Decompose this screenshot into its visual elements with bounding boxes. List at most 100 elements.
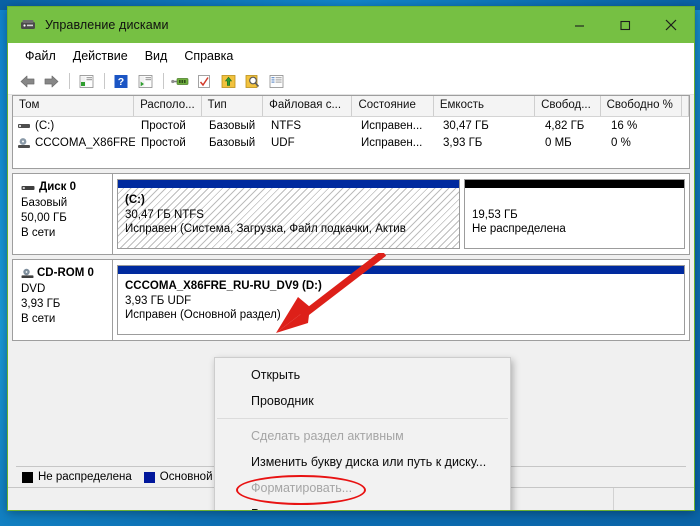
disk-row-disk0[interactable]: Диск 0 Базовый 50,00 ГБ В сети (C:) 30,4… — [12, 173, 690, 255]
partition-c-label: (C:) — [125, 194, 145, 206]
cell-filesystem: UDF — [271, 136, 295, 149]
partition-d-size: 3,93 ГБ UDF — [125, 294, 192, 307]
window-controls — [556, 7, 694, 43]
toolbar-separator — [163, 73, 164, 89]
menu-view[interactable]: Вид — [137, 46, 176, 66]
status-segment-3 — [613, 488, 694, 510]
cell-status: Исправен... — [361, 119, 423, 132]
legend-label-unallocated: Не распределена — [38, 471, 132, 483]
cdrom-name-row: CD-ROM 0 — [21, 266, 112, 281]
menu-help[interactable]: Справка — [176, 46, 241, 66]
menu-action[interactable]: Действие — [65, 46, 136, 66]
menu-bar: Файл Действие Вид Справка — [8, 43, 694, 68]
partition-unallocated-status: Не распределена — [471, 223, 566, 235]
partition-c-color-bar — [118, 180, 459, 188]
toolbar-separator — [104, 73, 105, 89]
help-icon[interactable]: ? — [110, 70, 132, 92]
close-button[interactable] — [648, 7, 694, 43]
partition-context-menu: Открыть Проводник Сделать раздел активны… — [214, 357, 511, 510]
cdrom-volume-icon — [17, 137, 31, 149]
disk-management-window: Управление дисками Файл Действие Вид Спр… — [7, 6, 695, 511]
ctx-format: Форматировать... — [251, 481, 353, 495]
cell-capacity: 30,47 ГБ — [443, 119, 489, 132]
cdrom0-partitions: CCCOMA_X86FRE_RU-RU_DV9 (D:) 3,93 ГБ UDF… — [113, 260, 689, 340]
search-icon[interactable] — [241, 70, 263, 92]
cell-type: Базовый — [209, 119, 256, 132]
column-header-volume[interactable]: Том — [13, 96, 135, 116]
hard-disk-icon — [21, 183, 35, 193]
disk-name-row: Диск 0 — [21, 180, 112, 195]
forward-icon[interactable] — [40, 70, 62, 92]
cdrom-name: CD-ROM 0 — [37, 267, 94, 279]
cell-free-percent: 16 % — [611, 119, 638, 132]
partition-d[interactable]: CCCOMA_X86FRE_RU-RU_DV9 (D:) 3,93 ГБ UDF… — [117, 265, 685, 335]
toolbar: ? — [8, 68, 694, 95]
partition-d-status: Исправен (Основной раздел) — [125, 309, 281, 321]
menu-file[interactable]: Файл — [17, 46, 64, 66]
column-header-free[interactable]: Свобод... — [535, 96, 601, 116]
cell-free-percent: 0 % — [611, 136, 631, 149]
disk-size: 50,00 ГБ — [21, 212, 67, 224]
legend-item-unallocated: Не распределена — [22, 471, 132, 483]
disk-name: Диск 0 — [39, 181, 77, 193]
properties-icon[interactable] — [265, 70, 287, 92]
partition-c-size: 30,47 ГБ NTFS — [125, 208, 204, 221]
partition-d-color-bar — [118, 266, 684, 274]
title-bar: Управление дисками — [8, 7, 694, 43]
maximize-button[interactable] — [602, 7, 648, 43]
ctx-open[interactable]: Открыть — [215, 362, 510, 388]
volume-list-header: Том Располо... Тип Файловая с... Состоян… — [13, 96, 689, 117]
ctx-change-letter[interactable]: Изменить букву диска или путь к диску... — [215, 449, 510, 475]
properties-list-icon[interactable] — [134, 70, 156, 92]
hard-disk-volume-icon — [17, 120, 31, 132]
cell-capacity: 3,93 ГБ — [443, 136, 483, 149]
disk-type: Базовый — [21, 197, 68, 209]
svg-text:?: ? — [118, 76, 124, 88]
partition-c-status: Исправен (Система, Загрузка, Файл подкач… — [125, 223, 406, 235]
volume-list-pane: Том Располо... Тип Файловая с... Состоян… — [12, 95, 690, 169]
disk-row-cdrom0[interactable]: CD-ROM 0 DVD 3,93 ГБ В сети CCCOMA_X86FR… — [12, 259, 690, 341]
partition-unallocated-body: 19,53 ГБ Не распределена — [465, 188, 684, 248]
ctx-explorer[interactable]: Проводник — [215, 388, 510, 414]
content-area: Том Располо... Тип Файловая с... Состоян… — [8, 95, 694, 510]
cdrom-icon — [21, 268, 34, 279]
partition-unallocated[interactable]: 19,53 ГБ Не распределена — [463, 179, 685, 249]
back-icon[interactable] — [16, 70, 38, 92]
rescan-disks-icon[interactable] — [169, 70, 191, 92]
partition-d-body: CCCOMA_X86FRE_RU-RU_DV9 (D:) 3,93 ГБ UDF… — [118, 274, 684, 334]
partition-unallocated-color-bar — [464, 180, 684, 188]
checklist-icon[interactable] — [193, 70, 215, 92]
cell-free: 4,82 ГБ — [545, 119, 585, 132]
minimize-button[interactable] — [556, 7, 602, 43]
cell-volume: CCCOMA_X86FRE... — [13, 137, 135, 149]
table-row[interactable]: CCCOMA_X86FRE... Простой Базовый UDF Исп… — [13, 134, 689, 151]
ctx-mark-active: Сделать раздел активным — [251, 429, 404, 443]
partition-c-body: (C:) 30,47 ГБ NTFS Исправен (Система, За… — [118, 188, 459, 248]
export-icon[interactable] — [217, 70, 239, 92]
disk-status: В сети — [21, 227, 56, 239]
cell-type: Базовый — [209, 136, 256, 149]
cell-volume-label: CCCOMA_X86FRE... — [35, 136, 135, 149]
table-row[interactable]: (C:) Простой Базовый NTFS Исправен... 30… — [13, 117, 689, 134]
legend-swatch-primary — [143, 471, 155, 483]
cdrom-size: 3,93 ГБ — [21, 298, 61, 310]
disk-management-icon — [20, 17, 36, 33]
disk-info-disk0: Диск 0 Базовый 50,00 ГБ В сети — [13, 174, 113, 254]
column-header-layout[interactable]: Располо... — [134, 96, 202, 116]
ctx-separator — [217, 418, 508, 419]
column-header-type[interactable]: Тип — [202, 96, 264, 116]
disk-info-cdrom0: CD-ROM 0 DVD 3,93 ГБ В сети — [13, 260, 113, 340]
column-header-filesystem[interactable]: Файловая с... — [263, 96, 353, 116]
column-header-filler — [682, 96, 689, 116]
window-title: Управление дисками — [45, 18, 169, 32]
show-console-tree-icon[interactable] — [75, 70, 97, 92]
ctx-extend-volume[interactable]: Расширить том... — [215, 501, 510, 510]
column-header-capacity[interactable]: Емкость — [434, 96, 536, 116]
cdrom-status: В сети — [21, 313, 56, 325]
column-header-status[interactable]: Состояние — [352, 96, 434, 116]
column-header-free-percent[interactable]: Свободно % — [601, 96, 682, 116]
partition-c[interactable]: (C:) 30,47 ГБ NTFS Исправен (Система, За… — [117, 179, 460, 249]
cell-layout: Простой — [141, 136, 186, 149]
toolbar-separator — [69, 73, 70, 89]
legend-swatch-unallocated — [22, 471, 33, 483]
